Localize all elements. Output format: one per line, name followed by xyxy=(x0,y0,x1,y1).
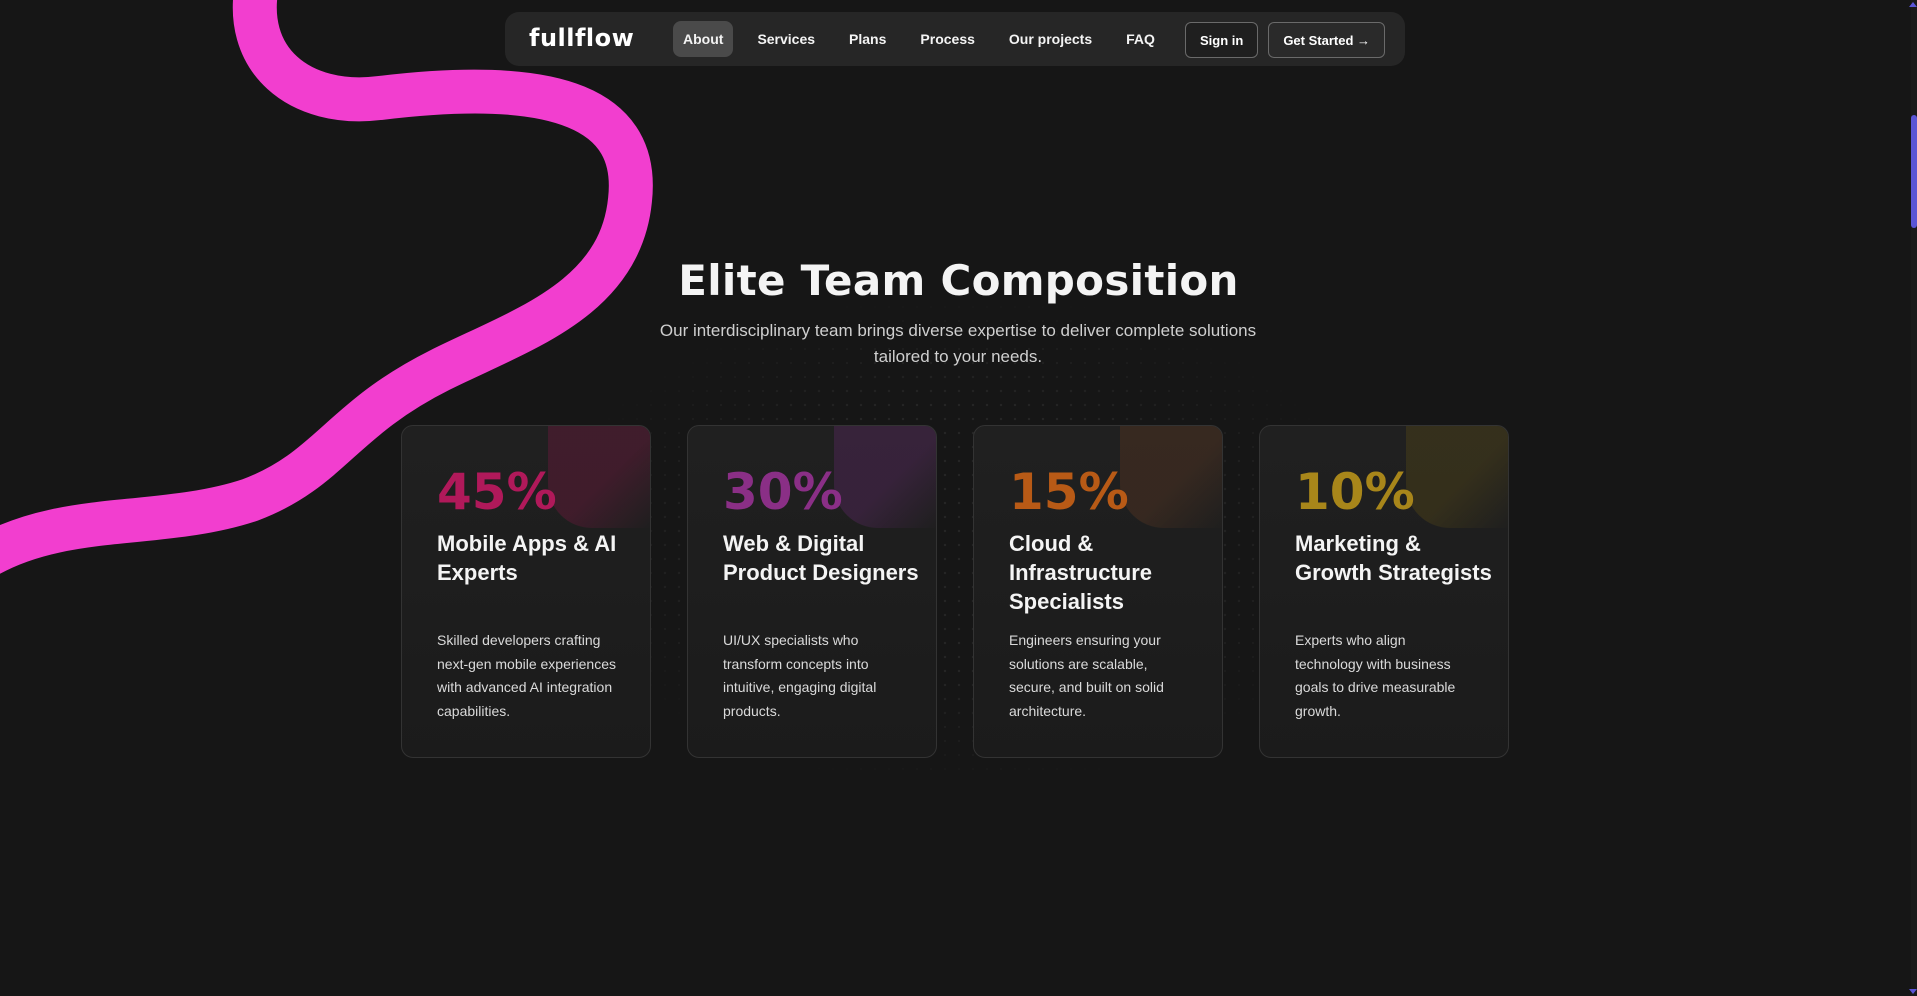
card-corner-accent xyxy=(548,426,650,528)
section-title: Elite Team Composition xyxy=(678,256,1239,305)
team-card: 10% Marketing & Growth Strategists Experts… xyxy=(1259,425,1509,758)
card-description: UI/UX specialists who transform concepts… xyxy=(723,632,877,719)
nav-link-services[interactable]: Services xyxy=(747,21,825,57)
get-started-button[interactable]: Get Started → xyxy=(1268,22,1385,58)
scrollbar-thumb[interactable] xyxy=(1911,115,1917,228)
card-percentage: 30% xyxy=(723,463,843,521)
card-title: Cloud & Infrastructure Specialists xyxy=(1009,531,1153,614)
nav-actions: Sign in Get Started → xyxy=(1184,22,1385,58)
scroll-down-arrow[interactable] xyxy=(1909,989,1917,994)
card-title: Marketing & Growth Strategists xyxy=(1295,531,1492,585)
logo-text: fullflow xyxy=(529,24,635,52)
team-card: 15% Cloud & Infrastructure Specialists Eng… xyxy=(973,425,1223,758)
page: fullflow About Services Plans Process Our pr… xyxy=(0,0,1917,996)
team-card: 45% Mobile Apps & AI Experts Skilled devel… xyxy=(401,425,651,758)
sign-in-button[interactable]: Sign in xyxy=(1184,22,1259,58)
card-corner-accent xyxy=(1120,426,1222,528)
card-title: Mobile Apps & AI Experts xyxy=(437,531,617,585)
fullflow-logo[interactable]: fullflow xyxy=(529,24,634,52)
nav-link-our-projects[interactable]: Our projects xyxy=(999,21,1102,57)
nav-links: About Services Plans Process Our projects FAQ xyxy=(673,21,1175,57)
scroll-up-arrow[interactable] xyxy=(1909,2,1917,7)
card-description: Skilled developers crafting next-gen mob… xyxy=(437,632,616,719)
card-percentage: 15% xyxy=(1009,463,1129,521)
card-title: Web & Digital Product Designers xyxy=(723,531,919,585)
team-card: 30% Web & Digital Product Designers UI/UX … xyxy=(687,425,937,758)
card-corner-accent xyxy=(834,426,936,528)
top-navbar: fullflow About Services Plans Process Our pr… xyxy=(505,12,1405,66)
nav-link-plans[interactable]: Plans xyxy=(839,21,896,57)
card-corner-accent xyxy=(1406,426,1508,528)
nav-link-process[interactable]: Process xyxy=(910,21,984,57)
nav-link-about[interactable]: About xyxy=(673,21,734,57)
team-composition-cards: 45% Mobile Apps & AI Experts Skilled devel… xyxy=(401,425,1509,758)
card-description: Experts who align technology with busine… xyxy=(1295,632,1456,719)
card-percentage: 10% xyxy=(1295,463,1415,521)
card-description: Engineers ensuring your solutions are sc… xyxy=(1009,632,1164,719)
section-subtitle: Our interdisciplinary team brings divers… xyxy=(659,321,1257,366)
card-percentage: 45% xyxy=(437,463,557,521)
nav-link-faq[interactable]: FAQ xyxy=(1116,21,1165,57)
